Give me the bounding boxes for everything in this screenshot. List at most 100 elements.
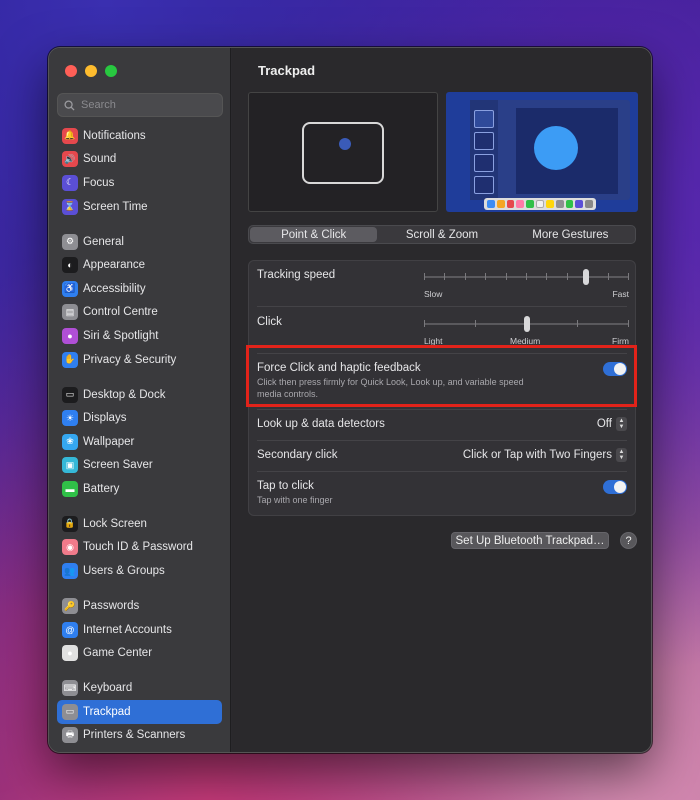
lookup-label: Look up & data detectors	[257, 418, 385, 430]
zoom-button[interactable]	[105, 65, 117, 77]
slider-tick	[526, 273, 527, 280]
key-icon: 🔑	[62, 598, 78, 615]
sidebar-item-internet-accounts[interactable]: @ Internet Accounts	[57, 618, 222, 642]
force-click-label: Force Click and haptic feedback	[257, 362, 421, 374]
sidebar: 🔔 Notifications 🔊 Sound ☾ Focus ⌛ Screen Time ⚙ G…	[49, 48, 231, 752]
tap-to-click-label: Tap to click	[257, 480, 314, 492]
slider-knob[interactable]	[524, 316, 530, 332]
sidebar-item-label: Control Centre	[83, 306, 158, 319]
flower-icon: ❀	[62, 433, 78, 450]
sidebar-item-general[interactable]: ⚙ General	[57, 230, 222, 254]
game-center-icon: ●	[62, 645, 78, 662]
speaker-icon: 🔊	[62, 151, 78, 168]
sidebar-item-lock-screen[interactable]: 🔒 Lock Screen	[57, 512, 222, 536]
trackpad-preview	[248, 92, 438, 212]
sun-icon: ☀	[62, 410, 78, 427]
light-label: Light	[424, 336, 443, 346]
slider-tick	[608, 273, 609, 280]
lookup-popup[interactable]: Off ▲ ▼	[597, 417, 627, 431]
hand-icon: ✋	[62, 351, 78, 368]
sidebar-item-displays[interactable]: ☀ Displays	[57, 406, 222, 430]
sidebar-item-privacy-security[interactable]: ✋ Privacy & Security	[57, 348, 222, 372]
sidebar-item-keyboard[interactable]: ⌨ Keyboard	[57, 676, 222, 700]
touch-point-icon	[339, 138, 351, 150]
tab-more-gestures[interactable]: More Gestures	[507, 227, 634, 242]
click-label: Click	[257, 316, 282, 328]
sidebar-item-passwords[interactable]: 🔑 Passwords	[57, 594, 222, 618]
sidebar-item-accessibility[interactable]: ♿ Accessibility	[57, 277, 222, 301]
sidebar-item-battery[interactable]: ▬ Battery	[57, 477, 222, 501]
divider	[257, 306, 627, 307]
tap-to-click-row: Tap to click Tap with one finger	[249, 480, 635, 510]
slider-tick	[628, 320, 629, 327]
search-icon	[64, 99, 75, 111]
slider-tick	[424, 273, 425, 280]
setup-bluetooth-trackpad-button[interactable]: Set Up Bluetooth Trackpad…	[451, 532, 609, 549]
secondary-click-popup[interactable]: Click or Tap with Two Fingers ▲ ▼	[463, 448, 627, 462]
sidebar-item-game-center[interactable]: ● Game Center	[57, 641, 222, 665]
sidebar-item-focus[interactable]: ☾ Focus	[57, 171, 222, 195]
tap-to-click-toggle[interactable]	[603, 480, 627, 494]
slider-tick	[567, 273, 568, 280]
firm-label: Firm	[612, 336, 629, 346]
sidebar-item-label: Wallpaper	[83, 435, 135, 448]
sidebar-item-label: Internet Accounts	[83, 623, 172, 636]
slider-knob[interactable]	[583, 269, 589, 285]
secondary-click-label: Secondary click	[257, 449, 338, 461]
tap-to-click-description: Tap with one finger	[257, 495, 333, 505]
sidebar-item-appearance[interactable]: ◐ Appearance	[57, 253, 222, 277]
sidebar-item-notifications[interactable]: 🔔 Notifications	[57, 124, 222, 148]
control-centre-icon: ▤	[62, 304, 78, 321]
bell-icon: 🔔	[62, 127, 78, 144]
minimize-button[interactable]	[85, 65, 97, 77]
at-icon: @	[62, 621, 78, 638]
tracking-speed-row: Tracking speed Slow Fast	[249, 269, 635, 307]
slider-tick	[475, 320, 476, 327]
close-button[interactable]	[65, 65, 77, 77]
settings-window: 🔔 Notifications 🔊 Sound ☾ Focus ⌛ Screen Time ⚙ G…	[48, 47, 652, 753]
sidebar-item-printers-scanners[interactable]: 🖶 Printers & Scanners	[57, 724, 222, 748]
sidebar-item-label: Users & Groups	[83, 565, 165, 578]
force-click-row: Force Click and haptic feedback Click th…	[249, 362, 635, 406]
tab-bar: Point & Click Scroll & Zoom More Gesture…	[248, 225, 636, 244]
force-click-description: Click then press firmly for Quick Look, …	[257, 377, 524, 387]
search-input[interactable]	[81, 99, 211, 111]
search-field[interactable]	[57, 93, 223, 117]
fast-label: Fast	[612, 289, 629, 299]
sidebar-item-sound[interactable]: 🔊 Sound	[57, 148, 222, 172]
tab-scroll-zoom[interactable]: Scroll & Zoom	[378, 227, 505, 242]
sidebar-item-label: Lock Screen	[83, 517, 147, 530]
sidebar-item-screen-time[interactable]: ⌛ Screen Time	[57, 195, 222, 219]
lock-icon: 🔒	[62, 515, 78, 532]
sidebar-item-siri-spotlight[interactable]: ● Siri & Spotlight	[57, 324, 222, 348]
sidebar-item-control-centre[interactable]: ▤ Control Centre	[57, 301, 222, 325]
sidebar-item-screen-saver[interactable]: ▣ Screen Saver	[57, 454, 222, 478]
sidebar-item-desktop-dock[interactable]: ▭ Desktop & Dock	[57, 383, 222, 407]
click-pressure-slider[interactable]: Light Medium Firm	[424, 316, 629, 348]
force-click-toggle[interactable]	[603, 362, 627, 376]
siri-icon: ●	[62, 327, 78, 344]
preview-thumb	[474, 176, 494, 194]
gear-icon: ⚙	[62, 233, 78, 250]
sidebar-item-label: Game Center	[83, 647, 153, 660]
medium-label: Medium	[510, 336, 541, 346]
slider-tick	[444, 273, 445, 280]
battery-icon: ▬	[62, 480, 78, 497]
sidebar-item-trackpad[interactable]: ▭ Trackpad	[57, 700, 222, 724]
sidebar-item-label: Displays	[83, 412, 127, 425]
tracking-speed-slider[interactable]: Slow Fast	[424, 269, 629, 301]
lookup-value: Off	[596, 418, 612, 430]
tab-point-click[interactable]: Point & Click	[250, 227, 378, 242]
gesture-video-preview	[446, 92, 638, 212]
keyboard-icon: ⌨	[62, 680, 78, 697]
help-button[interactable]: ?	[620, 532, 637, 549]
sidebar-item-users-groups[interactable]: 👥 Users & Groups	[57, 559, 222, 583]
sidebar-item-wallpaper[interactable]: ❀ Wallpaper	[57, 430, 222, 454]
sidebar-item-label: Siri & Spotlight	[83, 329, 159, 342]
sidebar-item-touch-id-password[interactable]: ◉ Touch ID & Password	[57, 536, 222, 560]
sidebar-item-label: Notifications	[83, 129, 146, 142]
